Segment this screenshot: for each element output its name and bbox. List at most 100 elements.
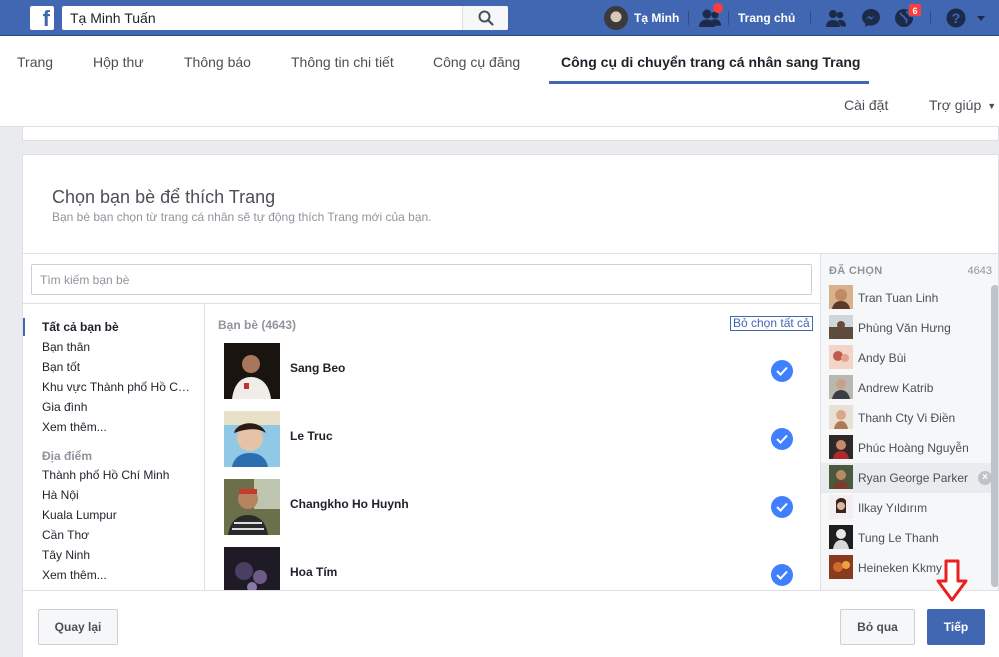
avatar <box>829 345 853 369</box>
help-icon[interactable]: ? <box>945 7 967 29</box>
friend-row[interactable]: Sang Beo <box>206 343 820 411</box>
previous-section-card <box>22 127 999 141</box>
skip-button[interactable]: Bỏ qua <box>840 609 915 645</box>
friend-photo <box>224 479 280 535</box>
selected-list-scrollbar[interactable] <box>991 285 998 587</box>
avatar <box>829 375 853 399</box>
friend-row[interactable]: Hoa Tím <box>206 547 820 590</box>
selected-friend-name: Thanh Cty Vi Điền <box>858 411 956 425</box>
friend-row[interactable]: Le Truc <box>206 411 820 479</box>
filter-place-hcm[interactable]: Thành phố Hồ Chí Minh <box>42 468 202 482</box>
avatar <box>829 315 853 339</box>
friends-list: Bạn bè (4643) Bỏ chọn tất cả Sang Beo Le… <box>206 304 820 590</box>
divider <box>688 11 689 25</box>
friend-selected-checkmark[interactable] <box>771 428 793 450</box>
friend-selected-checkmark[interactable] <box>771 360 793 382</box>
tab-notifications[interactable]: Thông báo <box>184 54 251 70</box>
tab-inbox[interactable]: Hộp thư <box>93 54 144 70</box>
account-menu-caret-icon[interactable] <box>975 7 987 29</box>
dialog-title: Chọn bạn bè để thích Trang <box>52 187 276 207</box>
avatar <box>829 285 853 309</box>
friend-selected-checkmark[interactable] <box>771 496 793 518</box>
notification-dot <box>713 3 723 13</box>
filter-family[interactable]: Gia đình <box>42 400 202 414</box>
checkmark-icon <box>776 434 788 444</box>
search-button[interactable] <box>462 6 508 30</box>
filter-see-more-groups[interactable]: Xem thêm... <box>42 420 202 434</box>
filter-good-friends[interactable]: Bạn tốt <box>42 360 202 374</box>
selected-friend-name: Tran Tuan Linh <box>858 291 939 305</box>
red-down-arrow-icon <box>936 559 968 602</box>
avatar <box>604 6 628 30</box>
filter-close-friends[interactable]: Bạn thân <box>42 340 202 354</box>
help-dropdown-label: Trợ giúp <box>929 97 982 113</box>
avatar <box>829 495 853 519</box>
help-dropdown[interactable]: Trợ giúp ▼ <box>929 97 996 113</box>
checkmark-icon <box>776 502 788 512</box>
friend-photo <box>224 411 280 467</box>
caret-down-icon: ▼ <box>987 101 997 112</box>
avatar <box>829 465 853 489</box>
page-tab-navigation: Trang Hộp thư Thông báo Thông tin chi ti… <box>0 36 999 127</box>
selected-friend-item[interactable]: Phúc Hoàng Nguyễn <box>821 433 991 463</box>
choose-friends-dialog: Chọn bạn bè để thích Trang Bạn bè bạn ch… <box>22 154 999 657</box>
selected-friend-name: Ilkay Yıldırım <box>858 501 928 515</box>
selected-friend-item[interactable]: Ilkay Yıldırım <box>821 493 991 523</box>
selected-friend-name: Phùng Văn Hưng <box>858 321 951 335</box>
friend-photo <box>224 343 280 399</box>
places-heading: Địa điểm <box>42 449 93 463</box>
filter-place-kuala-lumpur[interactable]: Kuala Lumpur <box>42 508 202 522</box>
selected-friend-item[interactable]: Phùng Văn Hưng <box>821 313 991 343</box>
global-search <box>62 6 508 30</box>
friend-photo <box>224 547 280 590</box>
friend-name: Sang Beo <box>290 361 346 375</box>
back-button[interactable]: Quay lại <box>38 609 118 645</box>
selected-friend-item[interactable]: Ryan George Parker × <box>821 463 998 493</box>
top-navigation-bar: f Tạ Minh Trang chủ 6 <box>0 0 999 36</box>
filter-place-tay-ninh[interactable]: Tây Ninh <box>42 548 202 562</box>
divider <box>930 11 931 25</box>
avatar <box>829 525 853 549</box>
checkmark-icon <box>776 570 788 580</box>
selected-friend-item[interactable]: Tran Tuan Linh <box>821 283 991 313</box>
tab-profile-to-page-migration[interactable]: Công cụ di chuyển trang cá nhân sang Tra… <box>561 54 860 70</box>
selected-friend-item[interactable]: Andrew Katrib <box>821 373 991 403</box>
notification-count-badge: 6 <box>908 3 922 17</box>
selected-friend-name: Tung Le Thanh <box>858 531 939 545</box>
remove-selected-friend-button[interactable]: × <box>978 471 992 485</box>
selected-friend-name: Andrew Katrib <box>858 381 934 395</box>
friend-search-input[interactable] <box>32 265 811 294</box>
home-link[interactable]: Trang chủ <box>738 11 795 25</box>
deselect-all-link[interactable]: Bỏ chọn tất cả <box>730 316 813 331</box>
selected-friend-item[interactable]: Tung Le Thanh <box>821 523 991 553</box>
filter-place-hanoi[interactable]: Hà Nội <box>42 488 202 502</box>
friends-icon[interactable] <box>825 7 847 29</box>
selected-friend-item[interactable]: Andy Bùi <box>821 343 991 373</box>
search-icon <box>478 10 494 26</box>
tab-insights[interactable]: Thông tin chi tiết <box>291 54 394 70</box>
tab-publishing-tools[interactable]: Công cụ đăng <box>433 54 520 70</box>
filter-see-more-places[interactable]: Xem thêm... <box>42 568 202 582</box>
profile-name: Tạ Minh <box>634 11 680 25</box>
dialog-description: Bạn bè bạn chọn từ trang cá nhân sẽ tự đ… <box>52 210 432 224</box>
filter-all-friends[interactable]: Tất cả bạn bè <box>42 320 202 334</box>
selected-friend-item[interactable]: Thanh Cty Vi Điền <box>821 403 991 433</box>
divider <box>728 11 729 25</box>
selected-count: 4643 <box>967 265 992 277</box>
friend-selected-checkmark[interactable] <box>771 564 793 586</box>
avatar <box>829 555 853 579</box>
friend-row[interactable]: Changkho Ho Huynh <box>206 479 820 547</box>
selected-friend-name: Andy Bùi <box>858 351 907 365</box>
messenger-icon[interactable] <box>860 7 882 29</box>
next-button[interactable]: Tiếp <box>927 609 985 645</box>
selected-heading: ĐÃ CHỌN <box>829 265 883 277</box>
tab-page[interactable]: Trang <box>17 54 53 70</box>
filter-place-can-tho[interactable]: Cần Thơ <box>42 528 202 542</box>
active-tab-indicator <box>549 81 869 84</box>
friend-search-box <box>31 264 812 295</box>
filter-hcm-area[interactable]: Khu vực Thành phố Hồ Chí Minh <box>42 380 192 394</box>
global-search-input[interactable] <box>62 6 462 30</box>
settings-link[interactable]: Cài đặt <box>844 97 888 113</box>
facebook-logo[interactable]: f <box>30 6 54 31</box>
avatar <box>829 405 853 429</box>
